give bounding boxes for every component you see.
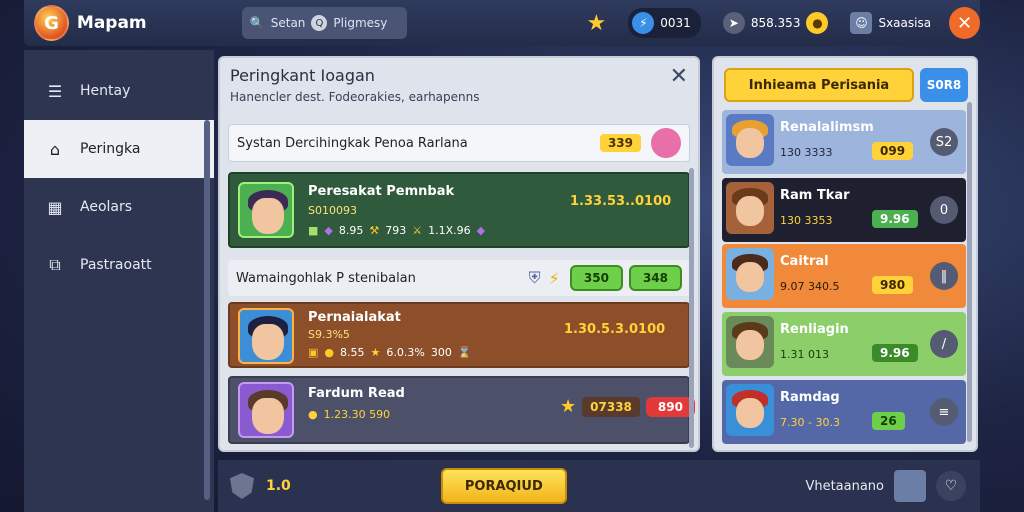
shield-icon: [230, 473, 254, 499]
username: Vhetaanano: [805, 478, 884, 494]
gold-total: 1.30.5.3.0100: [564, 322, 666, 337]
user-profile[interactable]: ☺ Sxaasisa: [850, 12, 931, 34]
player-id: S010093: [308, 204, 357, 217]
close-button[interactable]: ✕: [949, 7, 980, 39]
calendar-icon: ▦: [47, 197, 63, 217]
ranking-panel: Peringkant Ioagan Hanencler dest. Fodeor…: [218, 56, 700, 452]
rank-value: 1.0: [266, 478, 291, 494]
star-icon: ★: [370, 346, 381, 359]
gem-icon: ◆: [324, 224, 333, 237]
avatar: ☺: [850, 12, 873, 34]
leader-card[interactable]: Renalalimsm 130 3333 099 S2: [722, 110, 966, 174]
action-icon[interactable]: S2: [930, 128, 958, 156]
sidebar-item-hentay[interactable]: ☰ Hentay: [24, 62, 214, 120]
panel-title: Peringkant Ioagan: [230, 66, 375, 85]
avatar: [238, 182, 294, 238]
header-badge: 339: [599, 134, 641, 152]
panel-subtitle: Hanencler dest. Fodeorakies, earhapenns: [230, 90, 480, 104]
ranking-row[interactable]: Peresakat Pemnbak S010093 ■ ◆ 8.95 ⚒ 793…: [228, 172, 690, 248]
row-button[interactable]: 890: [645, 396, 695, 417]
leader-card[interactable]: Renliagin 1.31 013 9.96 /: [722, 312, 966, 376]
app-logo: G: [34, 5, 69, 41]
avatar: [726, 182, 774, 234]
player-stats: ▣ ● 8.55 ★ 6.0.3% 300 ⌛: [308, 346, 472, 359]
avatar: [726, 248, 774, 300]
ranking-subheader[interactable]: Wamaingohlak P stenibalan ⛨ ⚡ 350 348: [228, 260, 690, 296]
cube-icon: ■: [308, 224, 319, 237]
main-action-button[interactable]: PORAQIUD: [440, 468, 567, 504]
sidebar: ☰ Hentay ⌂ Peringka ▦ Aeolars ⧉ Pastraoa…: [24, 50, 214, 512]
sidebar-scrollbar[interactable]: [204, 120, 210, 500]
ranking-row[interactable]: Fardum Read ● 1.23.30 590 ★ 07338 890: [228, 376, 695, 444]
stack-icon: ☰: [47, 81, 63, 101]
share-icon: ⧉: [49, 255, 61, 274]
action-icon[interactable]: ‖: [930, 262, 958, 290]
star-icon: ★: [560, 396, 577, 417]
gold-total: 1.33.53..0100: [570, 194, 672, 209]
action-button-1[interactable]: 350: [569, 265, 623, 291]
search-input[interactable]: 🔍 Setan Q Pligmesy: [241, 7, 407, 39]
hourglass-icon: ⌛: [457, 346, 472, 359]
action-icon[interactable]: 0: [930, 196, 958, 224]
rocket-icon: ➤: [722, 12, 745, 34]
leader-card[interactable]: Ramdag 7.30 - 30.3 26 ≡: [722, 380, 966, 444]
tab-leaderboard[interactable]: Inhieama Perisania: [724, 68, 914, 102]
avatar: [238, 308, 294, 364]
sidebar-item-aeolars[interactable]: ▦ Aeolars: [24, 178, 214, 236]
player-stats: ● 1.23.30 590: [308, 408, 391, 421]
top-bar: G Mapam 🔍 Setan Q Pligmesy ★ ⚡ 0031 ➤ 85…: [24, 0, 980, 46]
favorites-star-icon[interactable]: ★: [587, 11, 607, 36]
score-pill: 07338: [582, 396, 640, 417]
player-name: Fardum Read: [308, 386, 405, 401]
sidebar-item-pastraoatt[interactable]: ⧉ Pastraoatt: [24, 236, 214, 294]
panel-close-icon[interactable]: ✕: [670, 64, 688, 89]
avatar[interactable]: [894, 470, 926, 502]
shield-icon: ⛨: [528, 268, 541, 287]
avatar: [726, 316, 774, 368]
lightning-icon: ⚡: [548, 268, 560, 288]
bottom-bar: 1.0 PORAQIUD Vhetaanano ♡: [218, 460, 980, 512]
pink-orb-icon: [651, 128, 681, 158]
leaderboard-scrollbar[interactable]: [967, 102, 972, 442]
player-name: Pernaialakat: [308, 310, 401, 325]
heart-icon[interactable]: ♡: [936, 471, 966, 501]
ranking-header-row[interactable]: Systan Dercihingkak Penoa Rarlana 339: [228, 124, 690, 162]
sidebar-item-peringka[interactable]: ⌂ Peringka: [24, 120, 214, 178]
coin-icon: ●: [308, 408, 318, 421]
action-button-2[interactable]: 348: [628, 265, 682, 291]
sort-button[interactable]: S0R8: [920, 68, 968, 102]
ranking-row[interactable]: Pernaialakat S9.3%5 ▣ ● 8.55 ★ 6.0.3% 30…: [228, 302, 690, 368]
avatar: [726, 114, 774, 166]
leaderboard-panel: Inhieama Perisania S0R8 Renalalimsm 130 …: [712, 56, 978, 452]
tool-icon: ⚒: [369, 224, 380, 237]
coin-icon: ●: [324, 346, 335, 359]
currency-gems[interactable]: ⚡ 0031: [628, 8, 701, 38]
avatar: [726, 384, 774, 436]
action-icon[interactable]: ≡: [930, 398, 958, 426]
row-actions: ★ 07338 890: [560, 396, 695, 417]
player-id: S9.3%5: [308, 328, 350, 341]
box-icon: ▣: [308, 346, 319, 359]
leader-card[interactable]: Ram Tkar 130 3353 9.96 0: [722, 178, 966, 242]
panel-scrollbar[interactable]: [689, 168, 694, 448]
search-icon: 🔍: [249, 16, 265, 30]
action-icon[interactable]: /: [930, 330, 958, 358]
player-stats: ■ ◆ 8.95 ⚒ 793 ⚔ 1.1X.96 ◆: [308, 224, 486, 237]
app-title: Mapam: [76, 13, 147, 33]
sword-icon: ⚔: [412, 224, 423, 237]
gem-icon: ◆: [476, 224, 486, 237]
leader-card[interactable]: Caitral 9.07 340.5 980 ‖: [722, 244, 966, 308]
home-icon: ⌂: [49, 139, 61, 159]
avatar: [238, 382, 294, 438]
currency-gold[interactable]: ➤ 858.353 ●: [722, 12, 829, 34]
gem-icon: ⚡: [632, 12, 655, 34]
filter-icon[interactable]: Q: [311, 15, 328, 31]
player-name: Peresakat Pemnbak: [308, 184, 455, 199]
coin-icon: ●: [806, 12, 829, 34]
